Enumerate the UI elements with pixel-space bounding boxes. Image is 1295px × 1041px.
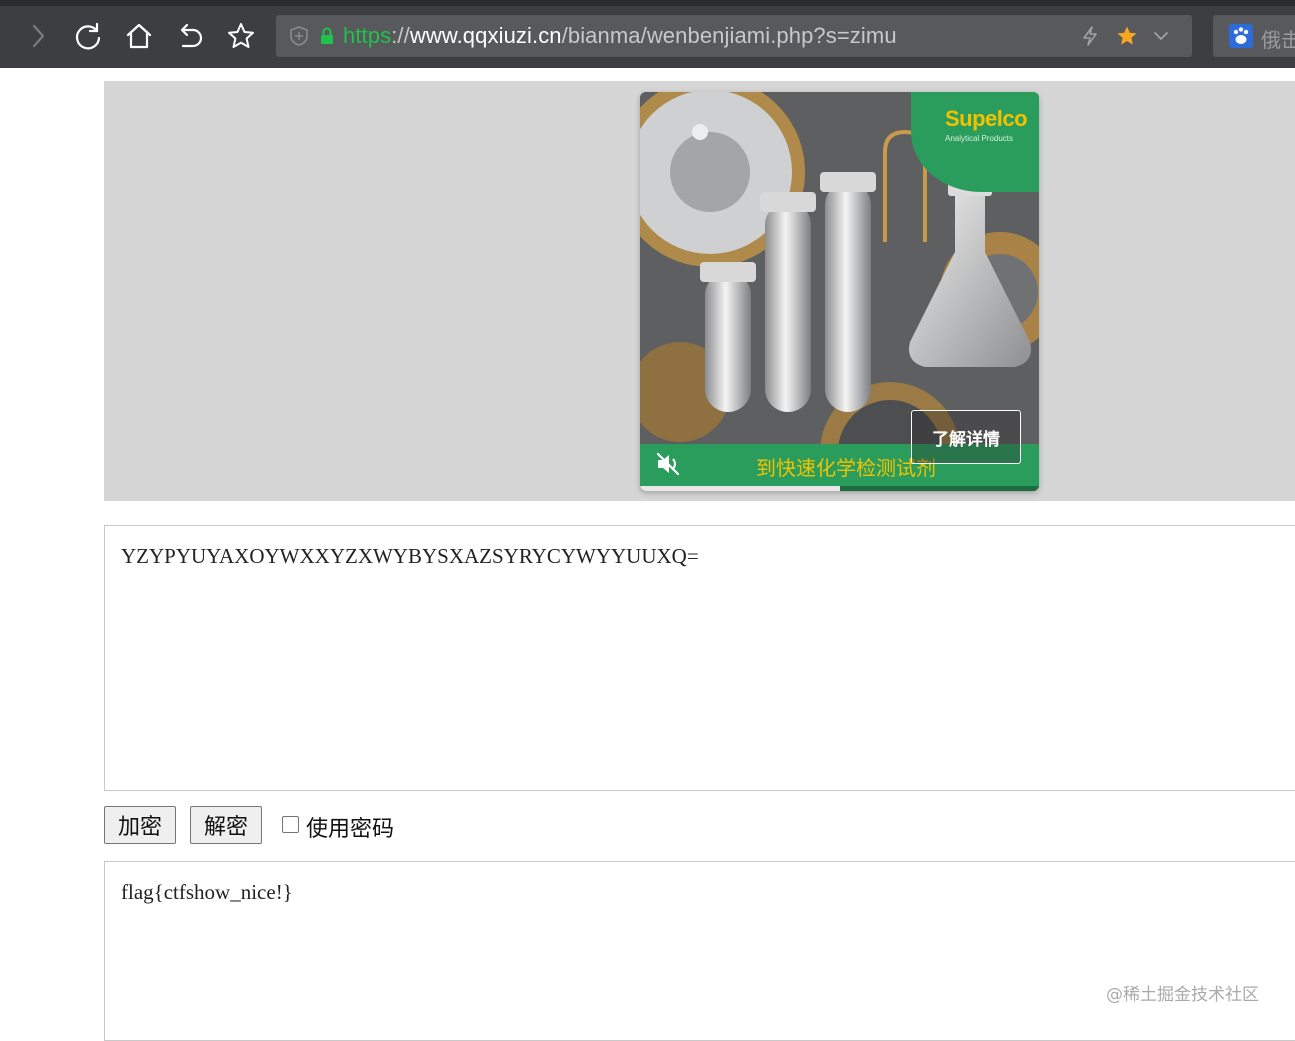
ad-brand-subtitle: Analytical Products (945, 134, 1014, 143)
watermark: @稀土掘金技术社区 (1106, 985, 1259, 1005)
ad-banner-area: Supelco Analytical Products 到快速化学检测试剂 了解… (104, 81, 1295, 501)
url-text[interactable]: https://www.qqxiuzi.cn/bianma/wenbenjiam… (343, 23, 897, 49)
search-engine-box[interactable]: 俄击 (1213, 15, 1295, 57)
decrypt-button[interactable]: 解密 (190, 806, 262, 844)
tab-strip-edge (0, 0, 1295, 6)
undo-icon (180, 23, 203, 48)
reload-icon (75, 22, 101, 50)
home-button[interactable] (121, 18, 157, 54)
browser-toolbar: https://www.qqxiuzi.cn/bianma/wenbenjiam… (0, 0, 1295, 68)
input-textarea[interactable]: YZYPYUYAXOYWXXYZXWYBYSXAZSYRYCYWYYUUXQ= (104, 525, 1295, 791)
reload-button[interactable] (70, 18, 106, 54)
address-bar[interactable]: https://www.qqxiuzi.cn/bianma/wenbenjiam… (276, 15, 1192, 57)
star-icon (228, 23, 254, 48)
url-separator: :// (391, 23, 410, 48)
ad-video-progress-fill (640, 486, 840, 491)
output-textarea[interactable]: flag{ctfshow_nice!} (104, 861, 1295, 1041)
action-row: 加密 解密 使用密码 (104, 806, 704, 846)
shield-icon[interactable] (288, 25, 310, 47)
chevron-right-icon (32, 24, 45, 48)
url-scheme: https (343, 23, 392, 48)
search-engine-text: 俄击 (1261, 28, 1295, 52)
ad-learn-more-button[interactable]: 了解详情 (911, 410, 1021, 464)
bookmark-button[interactable] (223, 18, 259, 54)
url-host: www.qqxiuzi.cn (409, 23, 562, 48)
chevron-down-icon[interactable] (1150, 25, 1172, 47)
star-filled-icon[interactable] (1116, 25, 1138, 47)
lightning-icon[interactable] (1079, 25, 1101, 47)
mute-icon[interactable] (654, 450, 682, 478)
home-icon (126, 23, 152, 49)
ad-caption-text: 到快速化学检测试剂 (756, 456, 936, 480)
ad-card[interactable]: Supelco Analytical Products 到快速化学检测试剂 了解… (640, 92, 1039, 491)
ad-video-progress[interactable] (640, 486, 1039, 491)
url-path: /bianma/wenbenjiami.php?s=zimu (561, 23, 897, 48)
forward-button[interactable] (20, 18, 56, 54)
ad-brand-name: Supelco (945, 106, 1028, 131)
lock-icon[interactable] (316, 25, 338, 47)
baidu-paw-icon (1229, 24, 1253, 48)
use-password-label[interactable]: 使用密码 (306, 811, 394, 843)
use-password-checkbox[interactable] (282, 816, 299, 833)
encrypt-button[interactable]: 加密 (104, 806, 176, 844)
undo-close-tab-button[interactable] (172, 18, 208, 54)
